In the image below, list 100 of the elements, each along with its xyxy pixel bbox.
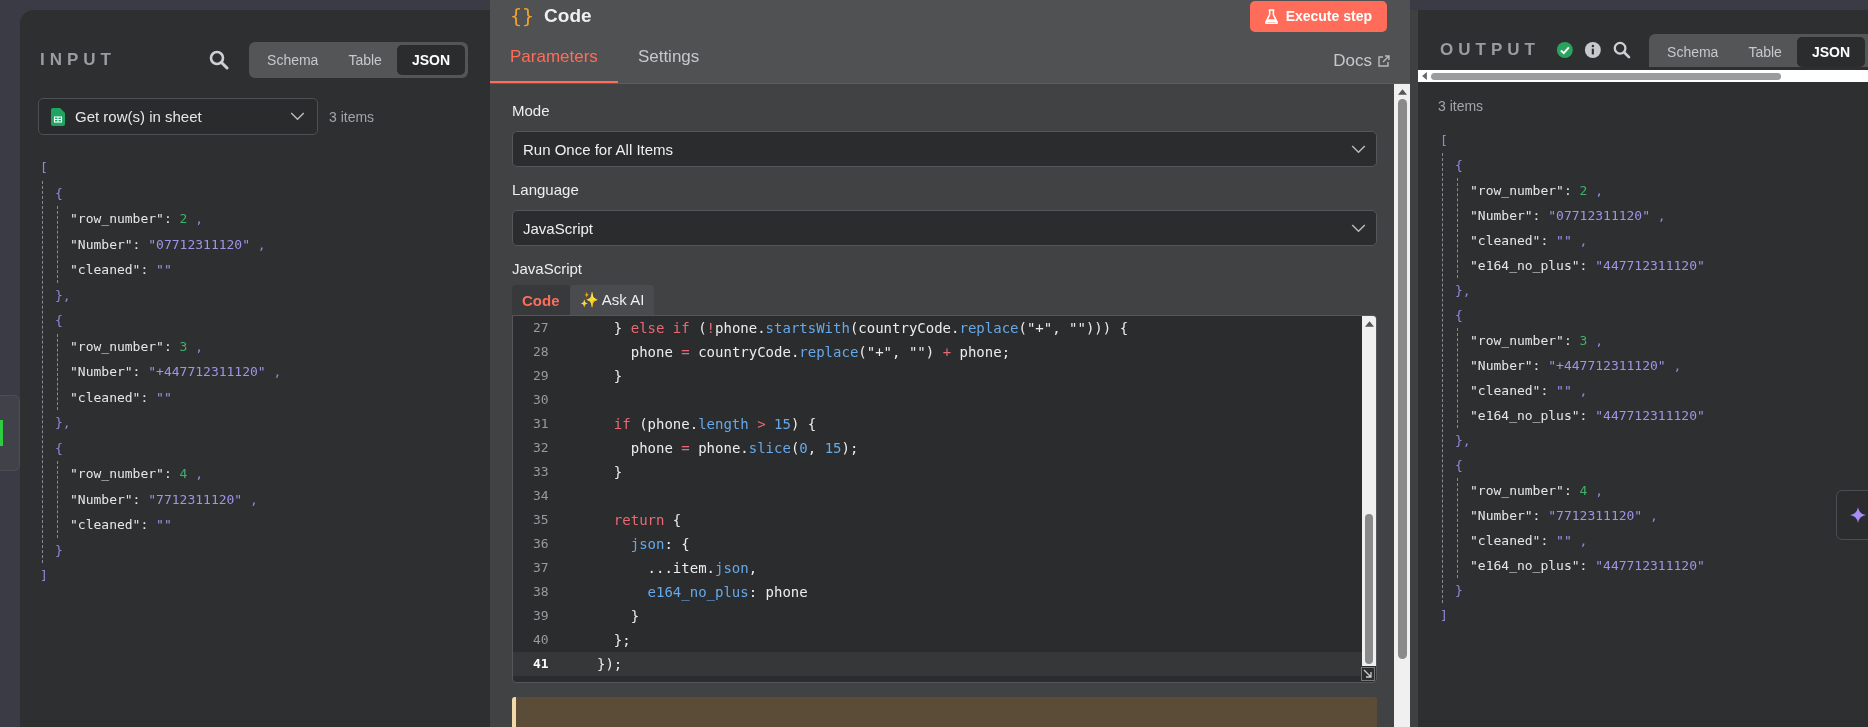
line-number: 27 — [532, 319, 550, 337]
line-number: 30 — [532, 391, 550, 409]
line-number: 32 — [532, 439, 550, 457]
select-field[interactable]: JavaScript — [512, 210, 1377, 246]
field-label: JavaScript — [512, 260, 584, 277]
json-line: }, — [1455, 432, 1471, 450]
line-number: 28 — [532, 343, 550, 361]
node-title: Code — [544, 5, 592, 27]
scrollbar[interactable] — [1418, 70, 1868, 82]
json-line: "Number": "7712311120" , — [1470, 507, 1658, 525]
code-editor[interactable] — [512, 315, 1377, 683]
line-number: 39 — [532, 607, 550, 625]
editor-tab[interactable]: ✨ Ask AI — [569, 285, 655, 315]
ai-assistant-button[interactable] — [1836, 490, 1868, 540]
arrow-up-icon[interactable] — [1397, 89, 1407, 95]
search-icon[interactable] — [1613, 39, 1632, 61]
view-tab[interactable]: Schema — [1652, 36, 1734, 67]
code-line: ...item.json, — [646, 559, 758, 578]
view-tab[interactable]: JSON — [1796, 36, 1865, 67]
json-line: "Number": "7712311120" , — [70, 490, 258, 509]
code-line: phone = countryCode.replace("+", "") + phone; — [629, 343, 1011, 362]
scrollbar[interactable] — [1394, 84, 1410, 727]
line-number: 33 — [532, 463, 550, 481]
arrow-up-icon[interactable] — [1364, 321, 1374, 327]
json-line: "Number": "+447712311120" , — [1470, 357, 1682, 375]
view-tab[interactable]: Table — [1733, 36, 1797, 67]
json-line: { — [55, 184, 63, 203]
json-line: "Number": "+447712311120" , — [70, 363, 282, 381]
json-line: "e164_no_plus": "447712311120" — [1470, 257, 1705, 275]
field-label: Language — [512, 181, 580, 198]
json-line: "e164_no_plus": "447712311120" — [1470, 407, 1705, 425]
field-label: Mode — [512, 102, 551, 119]
panel-tab[interactable]: Parameters — [490, 45, 618, 83]
code-line: } else if (!phone.startsWith(countryCode.replace("+", ""))) { — [612, 319, 1129, 338]
json-line: }, — [1455, 282, 1471, 300]
json-line: { — [1455, 307, 1463, 325]
line-number: 29 — [532, 367, 550, 385]
external-link-icon — [1378, 55, 1390, 67]
canvas-node[interactable] — [0, 395, 20, 471]
chevron-down-icon — [1351, 144, 1366, 154]
search-icon[interactable] — [209, 50, 230, 70]
json-line: "cleaned": "" , — [1470, 382, 1588, 400]
json-line: } — [55, 541, 63, 560]
json-line: { — [55, 312, 63, 330]
json-line: }, — [55, 286, 71, 305]
code-line: }); — [596, 655, 623, 674]
json-line: } — [1455, 582, 1463, 600]
line-number: 40 — [532, 631, 550, 649]
json-line: "cleaned": "" — [70, 388, 172, 407]
node-select[interactable]: Get row(s) in sheet — [38, 98, 318, 135]
editor-tab[interactable]: Code — [512, 285, 570, 315]
json-line: [ — [1440, 132, 1448, 150]
view-tab[interactable]: Table — [333, 45, 397, 75]
scroll-thumb[interactable] — [1365, 514, 1373, 664]
chevron-down-icon — [1351, 223, 1366, 233]
code-line: } — [612, 463, 623, 482]
code-line: }; — [612, 631, 631, 650]
execute-button[interactable]: Execute step — [1249, 0, 1387, 32]
line-number: 37 — [532, 559, 550, 577]
flask-icon — [1264, 8, 1278, 24]
code-line: e164_no_plus: phone — [646, 583, 808, 603]
scroll-thumb[interactable] — [1397, 99, 1407, 659]
panel-title: OUTPUT — [1440, 40, 1540, 60]
json-line: { — [1455, 157, 1463, 175]
resize-icon[interactable] — [1361, 667, 1375, 681]
json-line: "e164_no_plus": "447712311120" — [1470, 557, 1705, 575]
json-line: "row_number": 4 , — [70, 465, 204, 483]
code-line: } — [629, 607, 640, 626]
info-icon[interactable] — [1583, 39, 1602, 61]
json-line: "cleaned": "" — [70, 261, 172, 279]
line-number: 38 — [532, 583, 550, 601]
line-number: 34 — [532, 487, 550, 505]
json-line: "cleaned": "" , — [1470, 232, 1588, 250]
chevron-down-icon — [290, 112, 305, 121]
json-line: }, — [55, 414, 71, 432]
json-line: "cleaned": "" — [70, 516, 172, 534]
braces-icon: {} — [510, 4, 535, 28]
scrollbar[interactable] — [1362, 316, 1376, 666]
panel-tab[interactable]: Settings — [617, 45, 720, 83]
line-number: 35 — [532, 511, 550, 529]
json-line: "row_number": 2 , — [70, 210, 204, 228]
scroll-thumb[interactable] — [1431, 72, 1781, 80]
item-count: 3 items — [329, 108, 375, 125]
panel-title: INPUT — [40, 50, 116, 70]
json-line: "row_number": 3 , — [1470, 332, 1604, 350]
sheet-icon — [51, 107, 65, 126]
code-line: return { — [612, 511, 682, 530]
json-line: ] — [1440, 607, 1448, 625]
select-field[interactable]: Run Once for All Items — [512, 131, 1377, 167]
view-tab[interactable]: JSON — [396, 45, 465, 75]
view-tab[interactable]: Schema — [252, 45, 334, 75]
code-line: if (phone.length > 15) { — [612, 415, 817, 434]
json-line: "row_number": 3 , — [70, 337, 204, 356]
line-number: 41 — [532, 655, 550, 673]
success-check-icon — [1555, 39, 1574, 61]
code-line: } — [612, 367, 623, 386]
json-line: { — [1455, 457, 1463, 475]
docs-link[interactable]: Docs — [1333, 51, 1390, 71]
arrow-left-icon[interactable] — [1422, 72, 1427, 80]
json-line: "row_number": 2 , — [1470, 182, 1604, 200]
